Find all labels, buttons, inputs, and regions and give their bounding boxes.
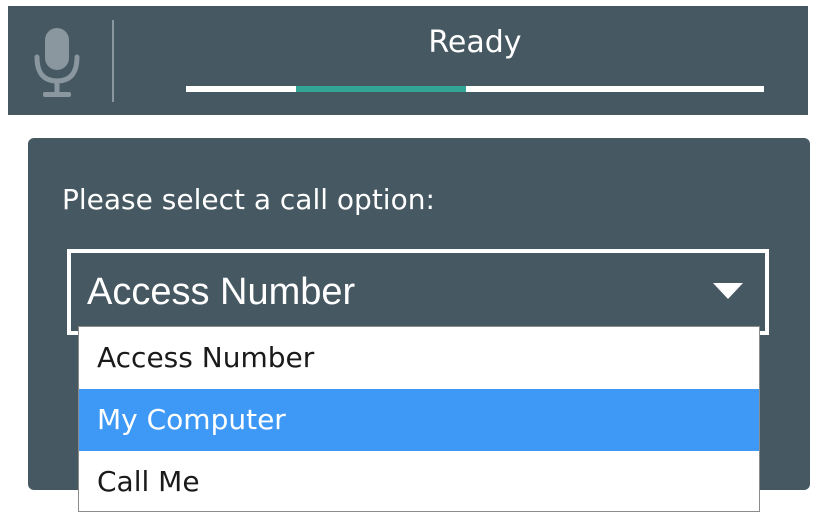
status-progress-bar — [186, 86, 764, 92]
option-call-me[interactable]: Call Me — [79, 451, 759, 513]
status-progress-segment — [295, 86, 467, 92]
call-option-prompt: Please select a call option: — [62, 183, 435, 216]
call-option-list: Access Number My Computer Call Me — [78, 326, 760, 512]
microphone-icon[interactable] — [30, 26, 84, 100]
option-access-number[interactable]: Access Number — [79, 327, 759, 389]
audio-status-bar: Ready — [8, 6, 808, 115]
vertical-divider — [112, 20, 114, 102]
selected-call-option: Access Number — [87, 271, 356, 313]
caret-down-icon[interactable] — [713, 283, 743, 299]
call-option-select[interactable]: Access Number — [67, 249, 769, 335]
option-my-computer[interactable]: My Computer — [79, 389, 759, 451]
connection-status: Ready — [428, 25, 522, 60]
